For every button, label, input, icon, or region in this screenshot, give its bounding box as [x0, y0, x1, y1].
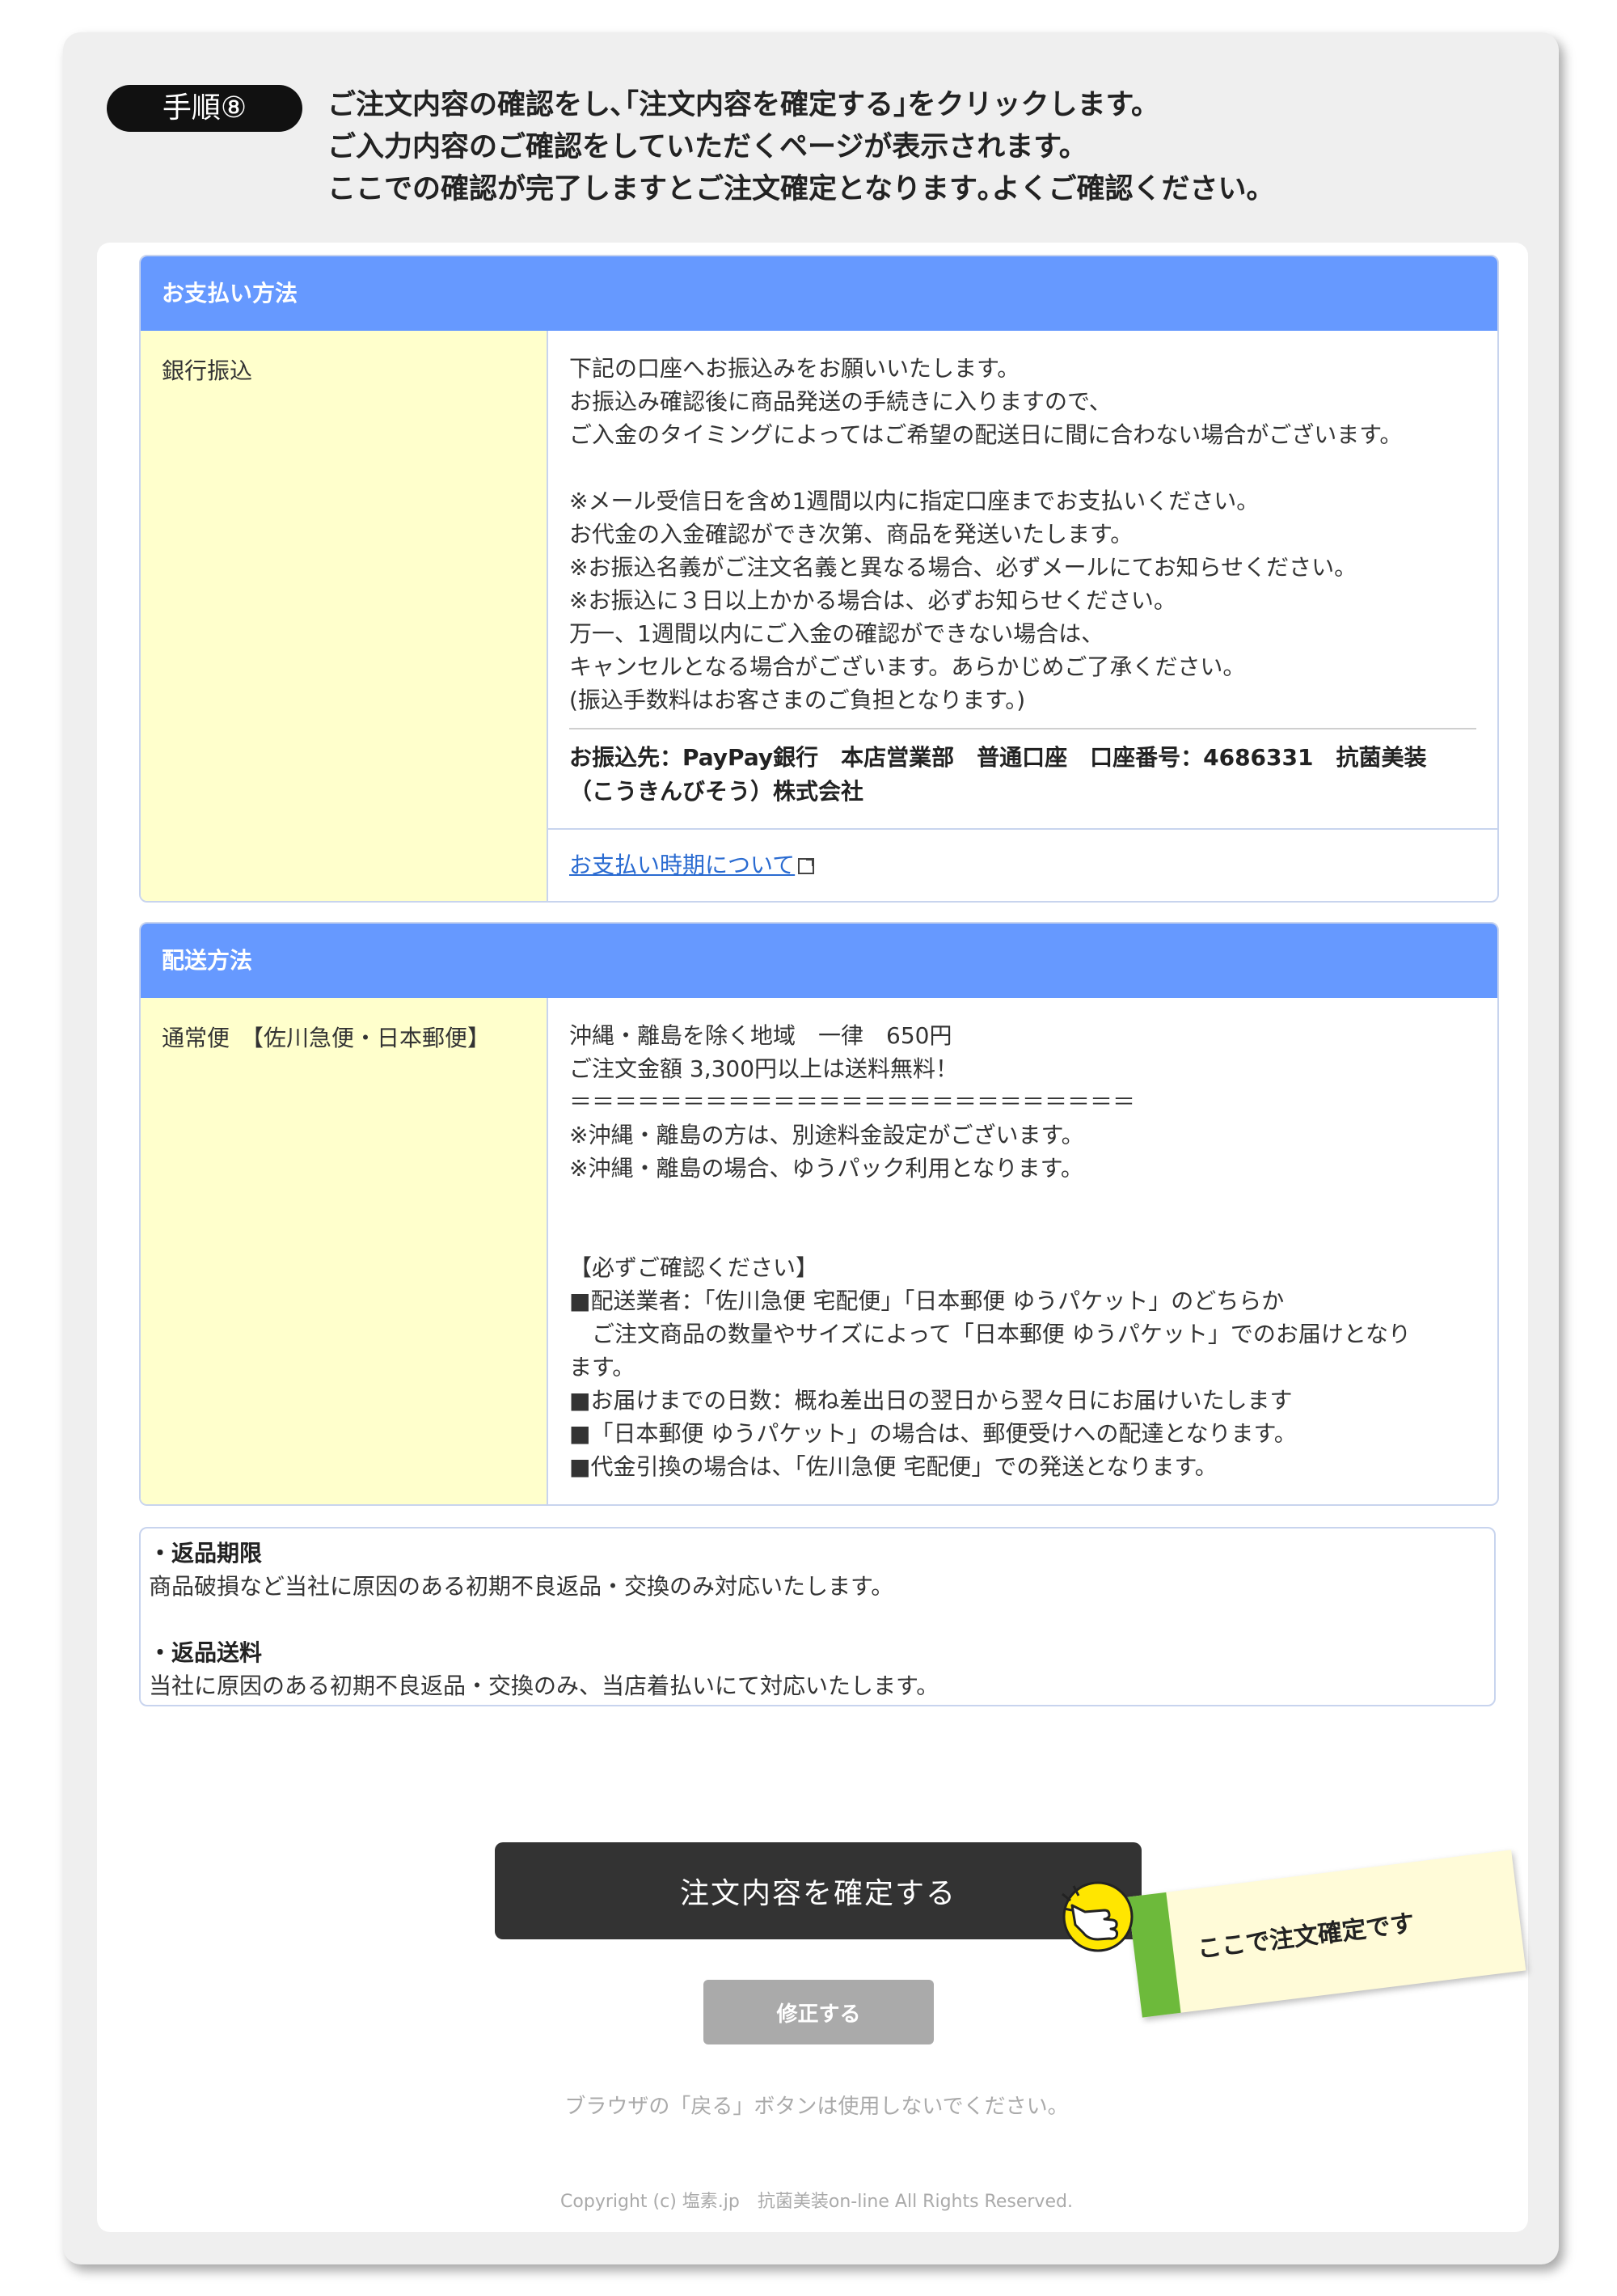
- payment-row: 銀行振込 下記の口座へお振込みをお願いいたします。 お振込み確認後に商品発送の手…: [141, 331, 1497, 901]
- shipping-text-line: 【必ずご確認ください】: [569, 1254, 819, 1281]
- copyright: Copyright (c) 塩素.jp 抗菌美装on-line All Righ…: [560, 2192, 1073, 2212]
- bank-account-line: お振込先：PayPay銀行 本店営業部 普通口座 口座番号：4686331 抗菌…: [569, 744, 1427, 771]
- shipping-text-line: ※沖縄・離島の場合、ゆうパック利用となります。: [569, 1155, 1083, 1182]
- payment-method-label: 銀行振込: [141, 331, 548, 901]
- step-badge: 手順⑧: [107, 85, 302, 132]
- shipping-text-line: ■代金引換の場合は、「佐川急便 宅配便」での発送となります。: [569, 1453, 1218, 1480]
- payment-text-line: お代金の入金確認ができ次第、商品を発送いたします。: [569, 521, 1134, 548]
- payment-link-row: お支払い時期について: [548, 828, 1497, 901]
- returns-shipping-title: ・返品送料: [149, 1639, 263, 1666]
- shipping-text-line: ■「日本郵便 ゆうパケット」の場合は、郵便受けへの配達となります。: [569, 1420, 1297, 1447]
- pointing-hand-icon: [1062, 1881, 1134, 1952]
- instruction-line: ここでの確認が完了しますとご注文確定となります｡よくご確認ください。: [327, 173, 1275, 205]
- shipping-text-line: 沖縄・離島を除く地域 一律 650円: [569, 1022, 952, 1049]
- shipping-text-line: ます。: [569, 1354, 635, 1381]
- back-button-notice: ブラウザの「戻る」ボタンは使用しないでください。: [564, 2095, 1069, 2119]
- shipping-method-label: 通常便 【佐川急便・日本郵便】: [141, 998, 548, 1504]
- bank-account-line: （こうきんびそう）株式会社: [569, 778, 864, 805]
- payment-text-line: (振込手数料はお客さまのご負担となります。): [569, 687, 1026, 713]
- shipping-section: 配送方法 通常便 【佐川急便・日本郵便】 沖縄・離島を除く地域 一律 650円 …: [139, 922, 1499, 1506]
- shipping-text-line: ご注文商品の数量やサイズによって「日本郵便 ゆうパケット」でのお届けとなり: [569, 1321, 1411, 1347]
- instruction-line: ご注文内容の確認をし､｢注文内容を確定する｣をクリックします。: [327, 89, 1160, 121]
- payment-details: 下記の口座へお振込みをお願いいたします。 お振込み確認後に商品発送の手続きに入り…: [548, 331, 1497, 901]
- shipping-text-line: ご注文金額 3,300円以上は送料無料！: [569, 1055, 959, 1082]
- shipping-text-line: ■配送業者：｢佐川急便 宅配便｣「日本郵便 ゆうパケット」のどちらか: [569, 1288, 1285, 1314]
- returns-policy: ・返品期限 商品破損など当社に原因のある初期不良返品・交換のみ対応いたします。 …: [139, 1527, 1496, 1706]
- payment-text-line: ※お振込名義がご注文名義と異なる場合、必ずメールにてお知らせください。: [569, 554, 1357, 581]
- payment-header: お支払い方法: [141, 256, 1497, 331]
- payment-text-line: 万一、1週間以内にご入金の確認ができない場合は、: [569, 620, 1104, 647]
- shipping-text-line: ■お届けまでの日数：概ね差出日の翌日から翌々日にお届けいたします: [569, 1387, 1293, 1414]
- payment-text-line: ご入金のタイミングによってはご希望の配送日に間に合わない場合がございます。: [569, 421, 1403, 448]
- payment-text-line: キャンセルとなる場合がございます。あらかじめご了承ください。: [569, 653, 1246, 680]
- payment-text-line: ※メール受信日を含め1週間以内に指定口座までお支払いください。: [569, 488, 1260, 514]
- instruction-line: ご入力内容のご確認をしていただくページが表示されます。: [327, 131, 1087, 163]
- sticky-note-text: ここで注文確定です: [1196, 1909, 1416, 1964]
- returns-period-text: 商品破損など当社に原因のある初期不良返品・交換のみ対応いたします。: [149, 1573, 894, 1600]
- payment-text-line: 下記の口座へお振込みをお願いいたします。: [569, 355, 1020, 382]
- shipping-header: 配送方法: [141, 924, 1497, 998]
- payment-text-line: お振込み確認後に商品発送の手続きに入りますので、: [569, 388, 1112, 415]
- external-link-icon: [798, 858, 815, 874]
- confirm-order-button[interactable]: 注文内容を確定する: [495, 1842, 1142, 1939]
- edit-order-button[interactable]: 修正する: [703, 1980, 934, 2044]
- returns-shipping-text: 当社に原因のある初期不良返品・交換のみ、当店着払いにて対応いたします。: [149, 1672, 939, 1699]
- step-instructions: ご注文内容の確認をし､｢注文内容を確定する｣をクリックします。 ご入力内容のご確…: [327, 84, 1524, 210]
- shipping-text-line: ＝＝＝＝＝＝＝＝＝＝＝＝＝＝＝＝＝＝＝＝＝＝＝＝＝: [569, 1089, 1136, 1115]
- payment-text-line: ※お振込に３日以上かかる場合は、必ずお知らせください。: [569, 587, 1176, 614]
- shipping-text-line: ※沖縄・離島の方は、別途料金設定がございます。: [569, 1122, 1084, 1148]
- bank-account-info: お振込先：PayPay銀行 本店営業部 普通口座 口座番号：4686331 抗菌…: [569, 728, 1476, 809]
- payment-timing-link[interactable]: お支払い時期について: [569, 852, 795, 878]
- shipping-details: 沖縄・離島を除く地域 一律 650円 ご注文金額 3,300円以上は送料無料！ …: [548, 998, 1497, 1504]
- shipping-row: 通常便 【佐川急便・日本郵便】 沖縄・離島を除く地域 一律 650円 ご注文金額…: [141, 998, 1497, 1504]
- payment-section: お支払い方法 銀行振込 下記の口座へお振込みをお願いいたします。 お振込み確認後…: [139, 255, 1499, 903]
- returns-period-title: ・返品期限: [149, 1540, 263, 1567]
